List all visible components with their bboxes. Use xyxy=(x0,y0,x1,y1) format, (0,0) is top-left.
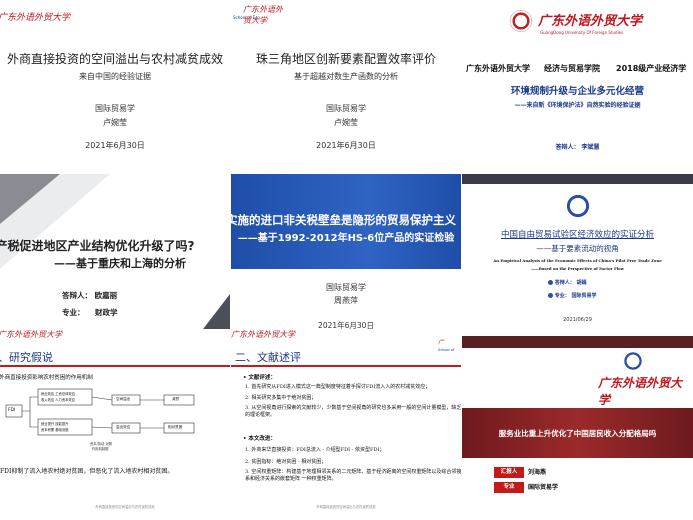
date: 2021年6月30日 xyxy=(316,141,376,150)
university-logo: School of Eco 广东外语外贸大学 xyxy=(233,5,283,25)
presenter: 答辩人： 胡嫣 xyxy=(548,279,587,286)
presenter: 答辩人： 李斌慧 xyxy=(555,144,600,151)
major-label: 专业 xyxy=(494,482,524,493)
review-item-3: 3. 从空间视角进行探索的文献较少，少数基于空间视角的研究也多采用一般的空间计量… xyxy=(245,405,461,418)
department: 国际贸易学 xyxy=(95,104,135,113)
slide-title: 外商直接投资的空间溢出与农村减贫成效 xyxy=(6,52,223,66)
book-icon xyxy=(548,293,553,298)
slide-title: 珠三角地区创新要素配置效率评价 xyxy=(255,52,436,66)
improve-item-2: 2. 贫困指标：绝对贫困 - 相对贫困； xyxy=(245,459,327,465)
major: 专业： 财政学 xyxy=(62,308,118,317)
department: 国际贸易学 xyxy=(326,283,366,292)
slide-title: 实施的进口非关税壁垒是隐形的贸易保护主义 xyxy=(231,213,456,227)
mechanism-diagram xyxy=(5,388,195,436)
university-english-name: GuangDong University Of Foreign Studies xyxy=(540,30,624,35)
major-name: 国际贸易学 xyxy=(528,484,559,491)
improve-item-1: 1. 外商来华直接投资：FDI总流入 - 介绍型FDI - 依资型FDI； xyxy=(245,447,385,453)
english-title: An Empirical Analysis of the Economic Ef… xyxy=(493,258,662,263)
node-absolute: 减贫 xyxy=(172,397,180,401)
university-seal-icon xyxy=(622,350,644,372)
university-logo: 广东外语外贸大学 xyxy=(598,376,683,407)
section-title: 、研究假说 xyxy=(0,351,53,364)
date: 2021年6月30日 xyxy=(85,141,145,150)
university-logo: 广东外语外贸大学 xyxy=(538,14,643,29)
section-underline xyxy=(231,365,461,367)
node-spatial: 空间溢出 xyxy=(116,397,131,401)
slide-subtitle: ——基于1992-2012年HS-6位产品的实证检验 xyxy=(237,233,455,244)
header-class: 2018级产业经济学 xyxy=(616,64,687,73)
node-employment: 就业效应 工资总体效应 xyxy=(41,392,76,396)
review-heading: • 文献评述： xyxy=(243,375,276,381)
reporter-label: 汇报人 xyxy=(494,467,524,478)
slide-thumbnail-3[interactable]: 广东外语外贸大学 GuangDong University Of Foreign… xyxy=(462,0,693,172)
slide-thumbnail-8[interactable]: 广东外语外贸大学 广 School of 二、文献述评 • 文献评述： 1. 首… xyxy=(231,329,461,520)
author: 卢婉莹 xyxy=(103,118,127,127)
node-skills: 就业提升 技能提升 xyxy=(41,422,69,426)
node-fdi: FDI xyxy=(8,408,16,413)
slide-subtitle: 基于超越对数生产函数的分析 xyxy=(294,72,398,81)
improve-item-3: 3. 空间权重矩阵：构建基于地理相邻关系的二元矩阵、基于经济距离的空间权重矩阵以… xyxy=(245,469,461,482)
section-title: 二、文献述评 xyxy=(235,351,301,364)
department: 国际贸易学 xyxy=(326,104,366,113)
reporter-name: 刘海燕 xyxy=(528,469,547,476)
slide-thumbnail-2[interactable]: School of Eco 广东外语外贸大学 珠三角地区创新要素配置效率评价 基… xyxy=(231,0,461,172)
node-income: 收入效应 人力资本效应 xyxy=(41,398,76,402)
slide-footer: 外商直接投资的空间溢出与农村减贫成效 xyxy=(316,505,376,509)
slide-subtitle: ——基于要素流动的视角 xyxy=(536,244,619,253)
review-item-2: 2. 相关研究多集中于绝对贫困； xyxy=(245,395,317,401)
header-college: 经济与贸易学院 xyxy=(544,64,600,73)
top-band xyxy=(462,174,693,184)
slide-subtitle: 来自中国的经验证据 xyxy=(79,72,151,81)
slide-footer: 外商直接投资的空间溢出与农村减贫成效 xyxy=(95,505,155,509)
university-seal-icon xyxy=(510,10,532,32)
university-logo: 广东外语外贸大学 xyxy=(0,330,62,339)
header-school: 广东外语外贸大学 xyxy=(466,64,530,73)
section-subheading: 1.外商直接投资影响农村贫困的作用机制 xyxy=(0,375,93,381)
university-logo: 广东外语外贸大学 xyxy=(0,13,71,23)
node-relative: 相对贫困 xyxy=(168,425,183,429)
slide-title: 服务业比重上升优化了中国居民收入分配格局吗 xyxy=(498,429,657,438)
slide-title: 产税促进地区产业结构优化升级了吗? xyxy=(0,239,195,253)
node-spillover: 溢出效应 xyxy=(116,425,131,429)
slide-subtitle: ——基于重庆和上海的分析 xyxy=(54,257,186,270)
slide-thumbnail-4[interactable]: 产税促进地区产业结构优化升级了吗? ——基于重庆和上海的分析 答辩人： 欧嘉丽 … xyxy=(0,174,230,346)
university-seal-icon xyxy=(564,192,592,220)
major: 专业： 国际贸易学 xyxy=(548,292,597,299)
university-logo: 广东外语外贸大学 xyxy=(231,330,295,339)
review-item-1: 1. 首先研究从FDI进入模式这一典型制度特征着手探讨FDI流入入的农村减贫效应… xyxy=(245,384,431,390)
school-label: 广 School of xyxy=(438,339,455,352)
person-icon xyxy=(548,280,553,285)
author: 周燕萍 xyxy=(334,296,358,305)
section-underline xyxy=(0,365,230,367)
slide-thumbnail-7[interactable]: 广东外语外贸大学 、研究假说 1.外商直接投资影响农村贫困的作用机制 FDI 就… xyxy=(0,329,230,520)
top-band xyxy=(462,336,693,348)
diagram-caption-2: 作用机制图 xyxy=(92,447,109,451)
slide-thumbnail-5[interactable]: 实施的进口非关税壁垒是隐形的贸易保护主义 ——基于1992-2012年HS-6位… xyxy=(231,174,461,346)
author: 卢婉莹 xyxy=(334,118,358,127)
date: 2021/06/29 xyxy=(563,317,592,323)
presenter: 答辩人： 欧嘉丽 xyxy=(62,291,118,300)
slide-title: 环境规制升级与企业多元化经营 xyxy=(510,86,644,97)
conclusion-text: ，FDI抑制了流入地农村绝对贫困，但恶化了流入地农村相对贫困。 xyxy=(0,468,174,475)
english-subtitle: ——Based on the Perspective of Factor Flo… xyxy=(531,266,624,271)
slide-thumbnail-9[interactable]: 广东外语外贸大学 服务业比重上升优化了中国居民收入分配格局吗 汇报人 刘海燕 专… xyxy=(462,336,693,520)
node-capital: 资本积累 基础设施 xyxy=(41,428,69,432)
slide-thumbnail-1[interactable]: 广东外语外贸大学 外商直接投资的空间溢出与农村减贫成效 来自中国的经验证据 国际… xyxy=(0,0,230,172)
slide-title: 中国自由贸易试验区经济效应的实证分析 xyxy=(500,230,654,240)
slide-subtitle: ——来自新《环境保护法》自然实验的经验证据 xyxy=(514,102,641,109)
improve-heading: • 本文改进： xyxy=(243,436,276,442)
slide-thumbnail-6[interactable]: 中国自由贸易试验区经济效应的实证分析 ——基于要素流动的视角 An Empiri… xyxy=(462,174,693,334)
